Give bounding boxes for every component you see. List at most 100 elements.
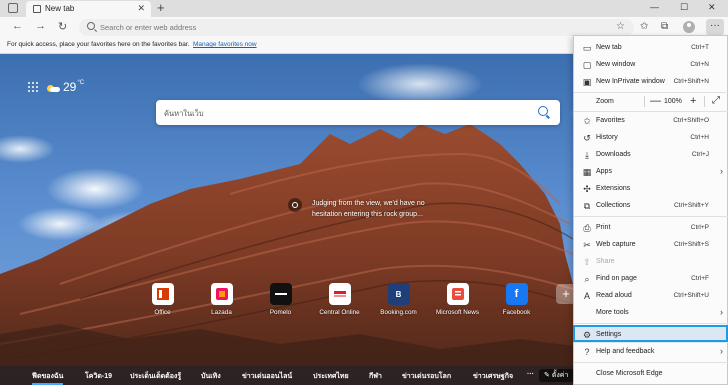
image-caption-text: Judging from the view, we'd have no hesi… [312, 200, 425, 218]
quick-link-label: Microsoft News [435, 309, 480, 316]
settings-more-button[interactable]: ··· [706, 19, 724, 35]
quick-link-pomelo[interactable]: Pomelo [251, 283, 310, 316]
menu-label: Read aloud [596, 292, 632, 299]
menu-item-new-tab[interactable]: ▭ New tab Ctrl+T [574, 39, 728, 56]
menu-shortcut: Ctrl+Shift+O [673, 117, 709, 124]
address-bar[interactable]: Search or enter web address ☆ [79, 19, 634, 36]
back-icon[interactable]: ← [12, 20, 23, 32]
menu-item-collections[interactable]: ⧉ Collections Ctrl+Shift+Y [574, 197, 728, 214]
web-search-box[interactable]: ค้นหาในเว็บ [156, 100, 560, 125]
profile-avatar[interactable] [683, 21, 695, 33]
menu-shortcut: Ctrl+Shift+Y [673, 202, 709, 209]
settings-highlight-outline [573, 325, 728, 342]
news-tab-sports[interactable]: กีฬา [369, 371, 382, 382]
tab-actions-icon[interactable] [8, 3, 18, 13]
tab-new-tab[interactable]: New tab ✕ [26, 1, 151, 17]
menu-label: New InPrivate window [596, 78, 665, 85]
collections-icon: ⧉ [583, 201, 591, 211]
menu-item-web-capture[interactable]: ✂ Web capture Ctrl+Shift+S [574, 236, 728, 253]
new-tab-button[interactable]: + [157, 0, 165, 15]
chevron-right-icon: › [720, 307, 723, 317]
news-tab-online[interactable]: ข่าวเด่นออนไลน์ [242, 371, 292, 382]
menu-item-read-aloud[interactable]: A Read aloud Ctrl+Shift+U [574, 287, 728, 304]
news-tab-thailand[interactable]: ประเทศไทย [313, 371, 349, 382]
menu-shortcut: Ctrl+Shift+N [673, 78, 709, 85]
camera-icon [288, 198, 302, 212]
forward-icon[interactable]: → [35, 20, 46, 32]
menu-item-extensions[interactable]: ✣ Extensions [574, 180, 728, 197]
menu-label: More tools [596, 309, 629, 316]
menu-item-share: ⇪ Share [574, 253, 728, 270]
partly-cloudy-icon [47, 83, 60, 92]
collections-icon[interactable]: ⧉ [661, 21, 668, 32]
menu-separator [574, 323, 728, 324]
favorites-star-icon[interactable]: ✩ [640, 21, 648, 32]
news-tab-covid[interactable]: โควิด-19 [85, 371, 112, 382]
maximize-button[interactable]: ☐ [680, 2, 688, 13]
pomelo-icon [269, 283, 292, 305]
app-launcher-icon[interactable] [28, 82, 38, 92]
central-icon [328, 283, 351, 305]
weather-widget[interactable]: 29°C [28, 80, 84, 94]
menu-label: Downloads [596, 151, 631, 158]
menu-item-print[interactable]: ⎙ Print Ctrl+P [574, 219, 728, 236]
web-search-icon[interactable] [538, 106, 548, 116]
favorites-bar-message: For quick access, place your favorites h… [7, 41, 190, 48]
menu-item-close-edge[interactable]: Close Microsoft Edge [574, 365, 728, 382]
tab-close-icon[interactable]: ✕ [137, 3, 145, 14]
news-tab-my-feed[interactable]: ฟีดของฉัน [32, 371, 64, 385]
chevron-right-icon: › [720, 346, 723, 356]
news-tab-world[interactable]: ข่าวเด่นรอบโลก [402, 371, 451, 382]
menu-separator [574, 216, 728, 217]
news-more-icon[interactable]: ··· [527, 371, 534, 378]
menu-item-find-on-page[interactable]: ⌕ Find on page Ctrl+F [574, 270, 728, 287]
web-search-placeholder: ค้นหาในเว็บ [164, 109, 204, 118]
favorites-icon: ✩ [583, 116, 591, 126]
menu-label: Print [596, 224, 611, 231]
news-tab-economy[interactable]: ข่าวเศรษฐกิจ [473, 371, 513, 382]
menu-item-new-inprivate-window[interactable]: ▣ New InPrivate window Ctrl+Shift+N [574, 73, 728, 90]
lazada-icon [210, 283, 233, 305]
news-tab-must-know[interactable]: ประเด็นเด็ดต้องรู้ [130, 371, 181, 382]
image-caption[interactable]: Judging from the view, we'd have no hesi… [288, 198, 448, 220]
menu-label: Find on page [596, 275, 637, 282]
quick-link-label: Booking.com [380, 309, 417, 316]
fullscreen-icon[interactable]: ⤢ [712, 95, 720, 106]
quick-link-booking[interactable]: B Booking.com [369, 283, 428, 316]
menu-item-more-tools[interactable]: More tools › [574, 304, 728, 321]
refresh-icon[interactable]: ↻ [58, 20, 67, 33]
print-icon: ⎙ [583, 223, 591, 233]
menu-item-apps[interactable]: ▦ Apps › [574, 163, 728, 180]
menu-item-history[interactable]: ↺ History Ctrl+H [574, 129, 728, 146]
zoom-out-button[interactable]: — [650, 95, 661, 107]
tab-strip: New tab ✕ + — ☐ ✕ [0, 0, 728, 17]
menu-item-downloads[interactable]: ⤓ Downloads Ctrl+J [574, 146, 728, 163]
help-icon: ? [584, 347, 590, 357]
quick-link-lazada[interactable]: Lazada [192, 283, 251, 316]
quick-links: Office Lazada Pomelo Central Online B Bo… [133, 283, 546, 316]
quick-link-office[interactable]: Office [133, 283, 192, 316]
quick-link-label: Lazada [211, 309, 232, 316]
new-window-icon: ▢ [582, 60, 592, 70]
quick-link-facebook[interactable]: f Facebook [487, 283, 546, 316]
temperature: 29°C [63, 80, 85, 94]
menu-item-favorites[interactable]: ✩ Favorites Ctrl+Shift+O [574, 112, 728, 129]
quick-link-microsoft-news[interactable]: Microsoft News [428, 283, 487, 316]
menu-item-help-and-feedback[interactable]: ? Help and feedback › [574, 343, 728, 360]
minimize-button[interactable]: — [650, 2, 659, 12]
menu-zoom-row: Zoom — 100% + ⤢ [574, 93, 728, 110]
news-tab-entertainment[interactable]: บันเทิง [201, 371, 221, 382]
quick-link-central-online[interactable]: Central Online [310, 283, 369, 316]
add-favorite-icon[interactable]: ☆ [616, 21, 625, 32]
menu-label: Favorites [596, 117, 625, 124]
menu-shortcut: Ctrl+Shift+U [673, 292, 709, 299]
close-window-button[interactable]: ✕ [708, 2, 716, 13]
menu-shortcut: Ctrl+P [690, 224, 709, 231]
menu-item-new-window[interactable]: ▢ New window Ctrl+N [574, 56, 728, 73]
zoom-in-button[interactable]: + [690, 95, 696, 107]
menu-label: New tab [596, 44, 622, 51]
office-icon [151, 283, 174, 305]
manage-favorites-link[interactable]: Manage favorites now [193, 41, 257, 48]
web-capture-icon: ✂ [583, 240, 591, 250]
booking-icon: B [387, 283, 410, 305]
